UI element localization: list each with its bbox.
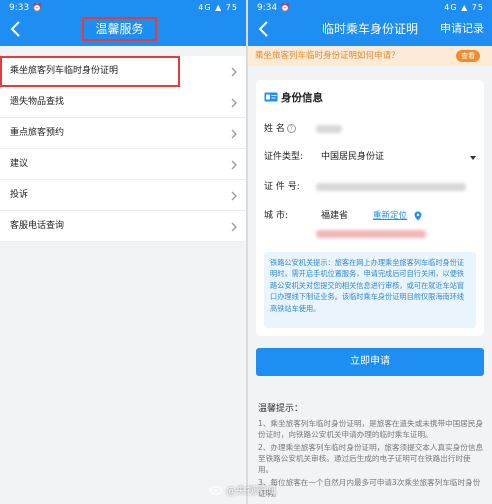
- left-screen: 9:33 ⏰ 4G ▲ 75 温馨服务 乘坐旅客列车临时身份证明 遗失物品查找 重…: [0, 0, 246, 504]
- notice-bar: 乘坐旅客列车临时身份证明如何申请？ 查看: [248, 46, 492, 66]
- status-icons: 4G ▲ 75: [198, 3, 238, 12]
- chevron-right-icon: [231, 129, 237, 139]
- tip-item: 3、每位旅客在一个自然月内最多可申请3次乘坐旅客列车临时身份证明。: [258, 478, 481, 498]
- police-tip: 铁路公安机关提示：旅客在网上办理乘坐旅客列车临时身份证明时，需开启手机位置服务，…: [264, 252, 476, 328]
- id-card-icon: [264, 92, 278, 102]
- id-number-label: 证 件 号:: [264, 182, 300, 192]
- card-title: 身份信息: [264, 91, 323, 105]
- service-menu: 乘坐旅客列车临时身份证明 遗失物品查找 重点旅客预约 建议 投诉 客服电话查询: [0, 56, 246, 242]
- notice-text: 乘坐旅客列车临时身份证明如何申请？: [255, 51, 400, 61]
- card-title-text: 身份信息: [281, 92, 323, 104]
- name-label-text: 姓 名: [264, 124, 285, 134]
- status-time-text: 9:34: [257, 3, 278, 13]
- chevron-right-icon: [231, 67, 237, 77]
- tip-item: 1、乘坐旅客列车临时身份证明，是旅客在遗失或未携带中国居民身份证时，向铁路公安机…: [258, 419, 484, 439]
- menu-item-temporary-id[interactable]: 乘坐旅客列车临时身份证明: [0, 56, 237, 87]
- id-type-label: 证件类型:: [264, 152, 304, 162]
- menu-item-suggestion[interactable]: 建议: [0, 149, 246, 180]
- view-guide-button[interactable]: 查看: [456, 50, 480, 62]
- id-number-input[interactable]: [316, 183, 466, 191]
- back-arrow-icon[interactable]: [9, 19, 23, 39]
- menu-item-complaint[interactable]: 投诉: [0, 180, 246, 211]
- chevron-right-icon: [231, 222, 237, 232]
- tip-item: 2、办理乘坐旅客列车临时身份证明，旅客须提交本人真实身份信息至铁路公安机关审核。…: [258, 443, 484, 474]
- alarm-icon: ⏰: [280, 3, 291, 12]
- menu-item-priority-booking[interactable]: 重点旅客预约: [0, 118, 246, 149]
- identity-info-card: 身份信息 姓 名? 证件类型: 中国居民身份证 证 件 号: 城 市: 福建省 …: [256, 80, 484, 336]
- chevron-right-icon: [231, 191, 237, 201]
- name-input[interactable]: [316, 125, 342, 133]
- menu-item-label: 建议: [10, 159, 29, 169]
- name-label: 姓 名?: [264, 122, 296, 136]
- address-detail: [316, 230, 426, 238]
- menu-item-hotline[interactable]: 客服电话查询: [0, 211, 246, 242]
- city-value: 福建省: [321, 211, 349, 221]
- application-records-link[interactable]: 申请记录: [440, 20, 484, 38]
- status-time: 9:34 ⏰: [257, 2, 290, 14]
- watermark: @央视新闻: [226, 486, 276, 497]
- menu-item-label: 客服电话查询: [10, 221, 65, 231]
- page-title: 温馨服务: [82, 17, 157, 41]
- dropdown-arrow-icon[interactable]: [470, 156, 476, 160]
- right-header: 9:34 ⏰ 4G ▲ 75 临时乘车身份证明 申请记录: [248, 0, 492, 46]
- tips-title: 温馨提示：: [258, 404, 304, 414]
- menu-item-label: 重点旅客预约: [10, 128, 65, 138]
- tips-list: 1、乘坐旅客列车临时身份证明，是旅客在遗失或未携带中国居民身份证时，向铁路公安机…: [258, 418, 484, 501]
- location-pin-icon[interactable]: [414, 211, 422, 221]
- apply-now-button[interactable]: 立即申请: [256, 348, 484, 376]
- relocate-link[interactable]: 重新定位: [373, 210, 407, 222]
- city-label: 城 市:: [264, 211, 288, 221]
- menu-item-lost-items[interactable]: 遗失物品查找: [0, 87, 246, 118]
- status-time-text: 9:33: [9, 3, 30, 13]
- chevron-right-icon: [231, 98, 237, 108]
- help-icon[interactable]: ?: [286, 124, 296, 133]
- weibo-logo-icon: [210, 486, 223, 495]
- status-time: 9:33 ⏰: [9, 2, 42, 14]
- chevron-right-icon: [231, 160, 237, 170]
- menu-item-label: 遗失物品查找: [10, 97, 65, 107]
- id-type-select[interactable]: 中国居民身份证: [321, 150, 384, 164]
- status-icons: 4G ▲ 75: [444, 3, 484, 12]
- right-screen: 9:34 ⏰ 4G ▲ 75 临时乘车身份证明 申请记录 乘坐旅客列车临时身份证明…: [248, 0, 492, 504]
- left-header: 9:33 ⏰ 4G ▲ 75 温馨服务: [0, 0, 246, 46]
- menu-item-label: 乘坐旅客列车临时身份证明: [10, 66, 119, 76]
- alarm-icon: ⏰: [32, 3, 43, 12]
- menu-item-label: 投诉: [10, 190, 29, 200]
